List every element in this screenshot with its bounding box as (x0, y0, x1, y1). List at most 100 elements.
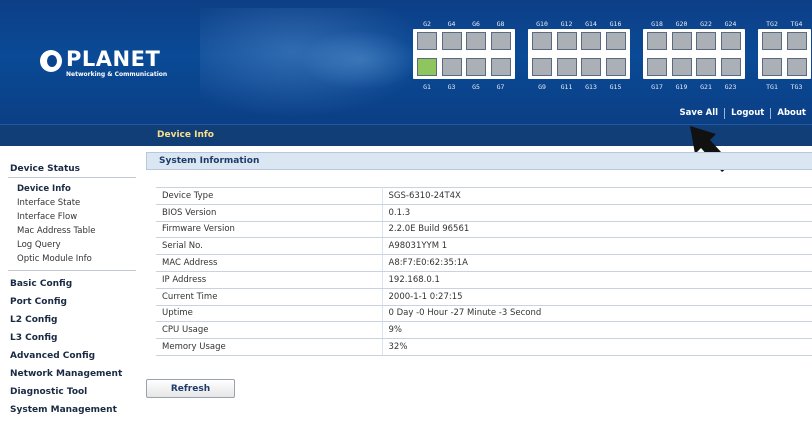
sidebar-section-l2-config[interactable]: L2 Config (10, 315, 57, 325)
table-row: MAC Address A8:F7:E0:62:35:1A (156, 254, 812, 272)
info-key: CPU Usage (156, 321, 383, 340)
info-value: 2.2.0E Build 96561 (382, 220, 812, 239)
info-key: Uptime (156, 304, 383, 323)
port-tg3[interactable] (786, 58, 807, 76)
port-g24[interactable] (720, 32, 741, 50)
about-link[interactable]: About (771, 108, 812, 118)
system-information-table: Device Type SGS-6310-24T4X BIOS Version 0.1… (156, 187, 812, 356)
port-g4[interactable] (441, 32, 462, 50)
table-row: BIOS Version 0.1.3 (156, 203, 812, 222)
port-label: G9 (538, 83, 546, 91)
sidebar-item-mac-address-table[interactable]: Mac Address Table (17, 226, 95, 236)
port-label: G3 (447, 83, 456, 91)
port-g11[interactable] (556, 58, 577, 76)
port-tg1[interactable] (762, 58, 782, 76)
info-key: Firmware Version (156, 220, 383, 239)
port-g19[interactable] (671, 58, 692, 76)
info-value: 32% (382, 338, 812, 356)
port-label: G1 (423, 83, 431, 91)
port-g1[interactable] (417, 58, 437, 76)
port-g8[interactable] (490, 32, 511, 50)
port-g12[interactable] (556, 32, 577, 50)
page-title: Device Info (157, 130, 214, 140)
system-information-header: System Information (146, 152, 812, 170)
info-key: Device Type (156, 187, 383, 205)
logo-icon (40, 50, 62, 72)
sidebar-section-diagnostic-tool[interactable]: Diagnostic Tool (10, 387, 87, 397)
port-g7[interactable] (490, 58, 511, 76)
port-label: G24 (724, 20, 737, 28)
port-g21[interactable] (696, 58, 716, 76)
sidebar-item-optic-module-info[interactable]: Optic Module Info (17, 254, 92, 264)
port-g2[interactable] (417, 32, 437, 50)
info-value: SGS-6310-24T4X (382, 187, 812, 205)
sidebar-item-device-info[interactable]: Device Info (17, 184, 71, 194)
sidebar-section-device-status[interactable]: Device Status (10, 164, 80, 174)
port-g16[interactable] (605, 32, 626, 50)
port-g14[interactable] (581, 32, 601, 50)
port-g9[interactable] (532, 58, 552, 76)
table-row: Current Time 2000-1-1 0:27:15 (156, 287, 812, 306)
port-g5[interactable] (466, 58, 486, 76)
sidebar-item-log-query[interactable]: Log Query (17, 240, 61, 250)
port-g23[interactable] (720, 58, 741, 76)
port-tg4[interactable] (786, 32, 807, 50)
logo-tagline: Networking & Communication (66, 71, 168, 78)
table-row: Serial No. A98031YYM 1 (156, 237, 812, 256)
info-key: Current Time (156, 287, 383, 306)
port-g6[interactable] (466, 32, 486, 50)
port-label: G17 (651, 83, 663, 91)
sidebar-section-system-management[interactable]: System Management (10, 405, 117, 415)
logout-link[interactable]: Logout (725, 108, 770, 118)
port-label: G4 (447, 20, 456, 28)
port-g13[interactable] (581, 58, 601, 76)
sidebar-item-interface-state[interactable]: Interface State (17, 198, 80, 208)
port-label: G8 (496, 20, 505, 28)
port-label: G12 (560, 20, 573, 28)
table-row: Memory Usage 32% (156, 338, 812, 356)
info-key: BIOS Version (156, 203, 383, 222)
port-tg2[interactable] (762, 32, 782, 50)
port-g3[interactable] (441, 58, 462, 76)
port-g17[interactable] (647, 58, 667, 76)
port-label: G22 (700, 20, 712, 28)
save-all-link[interactable]: Save All (674, 108, 725, 118)
sidebar: Device Status Device Info Interface Stat… (0, 146, 138, 428)
sidebar-section-network-management[interactable]: Network Management (10, 369, 122, 379)
refresh-button[interactable]: Refresh (146, 379, 235, 398)
port-label: G2 (423, 20, 431, 28)
port-label: G10 (536, 20, 548, 28)
port-g22[interactable] (696, 32, 716, 50)
info-key: Serial No. (156, 237, 383, 256)
info-value: 0 Day -0 Hour -27 Minute -3 Second (382, 304, 812, 323)
port-g15[interactable] (605, 58, 626, 76)
sidebar-section-basic-config[interactable]: Basic Config (10, 279, 72, 289)
port-label: G7 (496, 83, 505, 91)
sidebar-item-interface-flow[interactable]: Interface Flow (17, 212, 77, 222)
header-actions: Save All Logout About (674, 106, 812, 120)
info-value: 2000-1-1 0:27:15 (382, 287, 812, 306)
table-row: Uptime 0 Day -0 Hour -27 Minute -3 Second (156, 304, 812, 323)
table-row: IP Address 192.168.0.1 (156, 270, 812, 289)
info-key: Memory Usage (156, 338, 383, 356)
port-label: G5 (472, 83, 480, 91)
info-key: IP Address (156, 270, 383, 289)
port-label: G16 (609, 20, 622, 28)
port-label: G23 (724, 83, 737, 91)
port-label: G19 (675, 83, 688, 91)
info-value: 192.168.0.1 (382, 270, 812, 289)
logo-wordmark: PLANET (66, 47, 161, 71)
port-g18[interactable] (647, 32, 667, 50)
port-label: G15 (609, 83, 622, 91)
sidebar-section-advanced-config[interactable]: Advanced Config (10, 351, 95, 361)
port-g10[interactable] (532, 32, 552, 50)
info-value: A98031YYM 1 (382, 237, 812, 256)
port-label: TG2 (766, 20, 778, 28)
port-label: G20 (675, 20, 688, 28)
port-label: G13 (585, 83, 597, 91)
port-label: G6 (472, 20, 480, 28)
sidebar-section-l3-config[interactable]: L3 Config (10, 333, 57, 343)
sidebar-section-port-config[interactable]: Port Config (10, 297, 67, 307)
port-g20[interactable] (671, 32, 692, 50)
info-value: 0.1.3 (382, 203, 812, 222)
